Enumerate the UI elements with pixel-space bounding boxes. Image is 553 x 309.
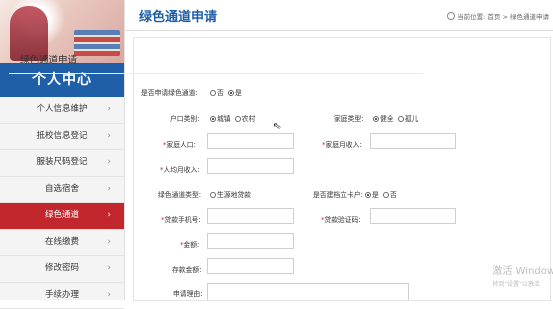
student-loan-label: 生源地贷款 bbox=[217, 191, 251, 199]
mouse-cursor-icon: ⇖ bbox=[272, 120, 282, 132]
apply-yes-radio[interactable] bbox=[228, 90, 234, 96]
watermark-line1: 激活 Window bbox=[492, 262, 553, 277]
form-card-divider bbox=[9, 73, 423, 74]
chevron-right-icon: › bbox=[107, 124, 111, 150]
chevron-right-icon: › bbox=[107, 177, 111, 203]
loan-code-input[interactable] bbox=[370, 208, 456, 224]
card-holder-no-radio[interactable] bbox=[383, 192, 389, 198]
family-type-radio-group: 健全 孤儿 bbox=[371, 113, 418, 123]
family-orphan-label: 孤儿 bbox=[405, 115, 419, 123]
sidebar-item-clothing-size[interactable]: 服装尺码登记 › bbox=[0, 150, 124, 177]
breadcrumb-current: 绿色通道申请 bbox=[510, 13, 549, 21]
sidebar-item-label: 服装尺码登记 bbox=[36, 157, 87, 167]
card-holder-label: 是否建档立卡户: bbox=[313, 189, 363, 199]
sidebar-item-label: 修改密码 bbox=[45, 263, 79, 273]
card-holder-yes-radio[interactable] bbox=[365, 192, 371, 198]
apply-green-channel-label: 是否申请绿色通道: bbox=[141, 87, 198, 97]
sidebar-item-label: 在线缴费 bbox=[45, 237, 79, 247]
breadcrumb-separator: > bbox=[502, 13, 507, 21]
hukou-urban-label: 城镇 bbox=[217, 115, 231, 123]
family-monthly-income-input[interactable] bbox=[370, 133, 456, 149]
family-complete-label: 健全 bbox=[380, 115, 394, 123]
location-pin-icon bbox=[447, 12, 455, 20]
apply-no-label: 否 bbox=[217, 89, 224, 97]
hukou-rural-radio[interactable] bbox=[235, 116, 241, 122]
windows-activation-watermark: 激活 Window 转到"设置"以激活 bbox=[492, 262, 553, 288]
amount-text: 金额: bbox=[183, 241, 199, 249]
title-divider bbox=[125, 30, 553, 31]
main-content: 绿色通道申请 当前位置: 首页 > 绿色通道申请 bbox=[125, 0, 553, 300]
chevron-right-icon: › bbox=[107, 283, 111, 309]
loan-code-text: 贷款验证码: bbox=[324, 216, 360, 224]
form-card-title: 绿色通道申请 bbox=[20, 52, 77, 66]
loan-phone-text: 贷款手机号: bbox=[164, 216, 200, 224]
sidebar: 个人中心 个人信息维护 › 抵校信息登记 › 服装尺码登记 › 自选宿舍 › 绿… bbox=[0, 0, 125, 300]
per-capita-income-input[interactable] bbox=[207, 158, 294, 174]
family-type-label: 家庭类型: bbox=[334, 113, 363, 123]
sidebar-header: 个人中心 bbox=[0, 63, 124, 97]
apply-no-radio[interactable] bbox=[210, 90, 216, 96]
banner-books-graphic bbox=[74, 30, 120, 56]
page-title: 绿色通道申请 bbox=[139, 6, 217, 25]
green-channel-type-radio-group: 生源地贷款 bbox=[208, 189, 251, 199]
card-holder-no-label: 否 bbox=[390, 191, 397, 199]
sidebar-item-profile[interactable]: 个人信息维护 › bbox=[0, 97, 124, 124]
family-complete-radio[interactable] bbox=[373, 116, 379, 122]
hukou-urban-radio[interactable] bbox=[210, 116, 216, 122]
chevron-right-icon: › bbox=[107, 150, 111, 176]
sidebar-item-procedures[interactable]: 手续办理 › bbox=[0, 283, 124, 309]
card-holder-radio-group: 是 否 bbox=[363, 189, 397, 199]
family-population-text: 家庭人口: bbox=[166, 141, 195, 149]
breadcrumb: 当前位置: 首页 > 绿色通道申请 bbox=[447, 11, 549, 21]
chevron-right-icon: › bbox=[107, 256, 111, 282]
student-loan-radio[interactable] bbox=[210, 192, 216, 198]
family-orphan-radio[interactable] bbox=[398, 116, 404, 122]
per-capita-income-label: *人均月收入: bbox=[160, 164, 200, 174]
chevron-right-icon: › bbox=[107, 97, 111, 123]
sidebar-item-change-password[interactable]: 修改密码 › bbox=[0, 256, 124, 283]
hukou-type-label: 户口类别: bbox=[170, 113, 199, 123]
hukou-type-radio-group: 城镇 农村 bbox=[208, 113, 255, 123]
family-monthly-income-text: 家庭月收入: bbox=[325, 141, 361, 149]
application-reason-textarea[interactable] bbox=[207, 283, 409, 300]
application-reason-label: 申请理由: bbox=[173, 288, 202, 298]
hukou-rural-label: 农村 bbox=[242, 115, 256, 123]
family-monthly-income-label: *家庭月收入: bbox=[322, 139, 362, 149]
sidebar-menu: 个人信息维护 › 抵校信息登记 › 服装尺码登记 › 自选宿舍 › 绿色通道 ›… bbox=[0, 97, 124, 309]
sidebar-item-label: 手续办理 bbox=[45, 290, 79, 300]
family-population-input[interactable] bbox=[207, 133, 294, 149]
sidebar-item-label: 个人信息维护 bbox=[36, 104, 87, 114]
breadcrumb-prefix: 当前位置: bbox=[457, 13, 485, 21]
card-holder-yes-label: 是 bbox=[372, 191, 379, 199]
green-channel-type-label: 绿色通道类型: bbox=[158, 189, 201, 199]
loan-phone-label: *贷款手机号: bbox=[161, 214, 201, 224]
chevron-right-icon: › bbox=[107, 203, 111, 229]
sidebar-item-label: 抵校信息登记 bbox=[36, 131, 87, 141]
apply-green-channel-radio-group: 否 是 bbox=[208, 87, 242, 97]
sidebar-item-arrival-registration[interactable]: 抵校信息登记 › bbox=[0, 124, 124, 151]
sidebar-item-online-payment[interactable]: 在线缴费 › bbox=[0, 230, 124, 257]
sidebar-item-green-channel[interactable]: 绿色通道 › bbox=[0, 203, 124, 230]
chevron-right-icon: › bbox=[107, 230, 111, 256]
amount-label: *金额: bbox=[180, 239, 199, 249]
deposit-amount-label: 存款金额: bbox=[172, 264, 201, 274]
breadcrumb-home-link[interactable]: 首页 bbox=[487, 13, 500, 21]
watermark-line2: 转到"设置"以激活 bbox=[492, 279, 553, 288]
sidebar-item-label: 绿色通道 bbox=[45, 210, 79, 220]
sidebar-item-label: 自选宿舍 bbox=[45, 184, 79, 194]
deposit-amount-input[interactable] bbox=[207, 258, 294, 274]
per-capita-income-text: 人均月收入: bbox=[163, 166, 199, 174]
family-population-label: *家庭人口: bbox=[163, 139, 196, 149]
amount-input[interactable] bbox=[207, 233, 294, 249]
apply-yes-label: 是 bbox=[235, 89, 242, 97]
loan-phone-input[interactable] bbox=[207, 208, 294, 224]
loan-code-label: *贷款验证码: bbox=[321, 214, 361, 224]
sidebar-item-dorm-selection[interactable]: 自选宿舍 › bbox=[0, 177, 124, 204]
